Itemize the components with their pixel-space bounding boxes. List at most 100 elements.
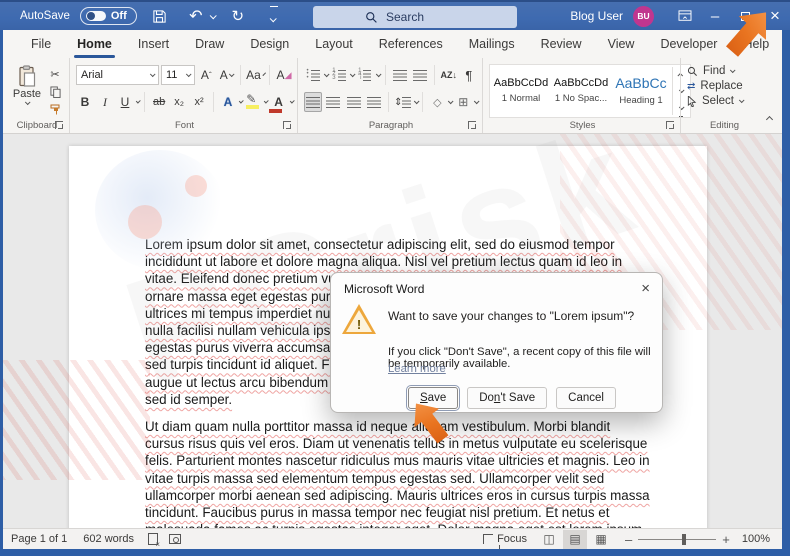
style-heading-1[interactable]: AaBbCc Heading 1 xyxy=(612,67,670,113)
autosave-toggle[interactable]: Off xyxy=(79,7,137,25)
paste-dropdown-icon[interactable] xyxy=(24,99,31,106)
zoom-in-icon[interactable]: + xyxy=(722,532,730,547)
focus-mode-button[interactable]: Focus xyxy=(475,533,535,551)
increase-indent-icon[interactable] xyxy=(411,65,429,85)
borders-icon[interactable]: ⊞ xyxy=(454,92,472,112)
shading-icon[interactable]: ◇ xyxy=(428,92,446,112)
line-spacing-dropdown-icon[interactable] xyxy=(413,98,420,105)
numbered-list-dropdown-icon[interactable] xyxy=(349,71,356,78)
minimize-button[interactable]: – xyxy=(700,2,730,30)
proofing-errors-icon[interactable] xyxy=(142,530,164,549)
format-painter-icon[interactable] xyxy=(45,102,65,118)
save-button[interactable]: Save xyxy=(405,385,461,411)
style-no-spacing[interactable]: AaBbCcDd 1 No Spac... xyxy=(552,67,610,113)
show-formatting-marks-icon[interactable]: ¶ xyxy=(460,65,478,85)
replace-button[interactable]: ⇄ Replace xyxy=(687,80,743,92)
highlight-color-icon[interactable] xyxy=(244,92,262,112)
cut-icon[interactable]: ✂ xyxy=(45,66,65,82)
underline-icon[interactable]: U xyxy=(116,92,134,112)
align-right-icon[interactable] xyxy=(344,92,362,112)
superscript-icon[interactable]: x² xyxy=(190,92,208,112)
zoom-level[interactable]: 100% xyxy=(742,533,770,545)
font-family-select[interactable]: Arial xyxy=(76,65,159,85)
web-layout-icon[interactable]: ▦ xyxy=(589,530,613,549)
tab-draw[interactable]: Draw xyxy=(182,31,237,58)
tab-layout[interactable]: Layout xyxy=(302,31,366,58)
paragraph-dialog-launcher-icon[interactable] xyxy=(468,121,476,129)
save-icon[interactable] xyxy=(147,5,173,27)
redo-icon[interactable]: ↻ xyxy=(225,5,251,27)
decrease-indent-icon[interactable] xyxy=(390,65,408,85)
change-case-icon[interactable]: Aa xyxy=(246,65,267,85)
bullet-list-icon[interactable]: • • • xyxy=(304,65,322,85)
search-input[interactable] xyxy=(386,10,506,24)
select-button[interactable]: Select xyxy=(687,95,745,107)
learn-more-link[interactable]: Learn more xyxy=(388,363,446,375)
dialog-close-icon[interactable]: × xyxy=(641,281,650,296)
styles-dialog-launcher-icon[interactable] xyxy=(666,121,674,129)
undo-dropdown-icon[interactable] xyxy=(209,11,217,19)
style-normal[interactable]: AaBbCcDd 1 Normal xyxy=(492,67,550,113)
search-box[interactable] xyxy=(313,6,517,28)
zoom-slider-thumb[interactable] xyxy=(682,533,687,545)
tab-developer[interactable]: Developer xyxy=(647,31,730,58)
paragraph[interactable]: Ut diam quam nulla porttitor massa id ne… xyxy=(145,418,651,528)
italic-icon[interactable]: I xyxy=(96,92,114,112)
zoom-slider[interactable] xyxy=(638,533,717,545)
editing-group: Find ⇄ Replace Select Editing xyxy=(680,58,766,133)
user-name[interactable]: Blog User xyxy=(570,9,623,23)
clear-formatting-icon[interactable]: A ◢ xyxy=(275,65,293,85)
highlight-dropdown-icon[interactable] xyxy=(264,98,270,104)
find-button[interactable]: Find xyxy=(687,65,743,77)
clipboard-dialog-launcher-icon[interactable] xyxy=(55,121,63,129)
subscript-icon[interactable]: x₂ xyxy=(170,92,188,112)
justify-icon[interactable] xyxy=(365,92,383,112)
read-mode-icon[interactable]: ◫ xyxy=(537,530,561,549)
undo-button[interactable]: ↶ xyxy=(183,5,217,27)
underline-dropdown-icon[interactable] xyxy=(135,98,141,104)
multilevel-list-dropdown-icon[interactable] xyxy=(375,71,382,78)
font-color-dropdown-icon[interactable] xyxy=(289,98,295,104)
text-effects-icon[interactable]: A xyxy=(219,92,237,112)
tab-review[interactable]: Review xyxy=(528,31,595,58)
tab-insert[interactable]: Insert xyxy=(125,31,182,58)
shrink-font-icon[interactable]: A xyxy=(217,65,235,85)
tab-file[interactable]: File xyxy=(18,31,64,58)
text-effects-dropdown-icon[interactable] xyxy=(238,98,244,104)
customize-quick-access-icon[interactable] xyxy=(261,5,287,27)
tab-view[interactable]: View xyxy=(595,31,648,58)
copy-icon[interactable] xyxy=(45,84,65,100)
line-spacing-icon[interactable]: ⇕ xyxy=(394,92,412,112)
borders-dropdown-icon[interactable] xyxy=(474,98,480,105)
bullet-list-dropdown-icon[interactable] xyxy=(323,71,330,78)
font-dialog-launcher-icon[interactable] xyxy=(283,121,291,129)
word-count[interactable]: 602 words xyxy=(75,533,142,545)
numbered-list-icon[interactable]: 1 2 3 xyxy=(330,65,348,85)
shading-dropdown-icon[interactable] xyxy=(448,98,454,105)
title-bar: AutoSave Off ↶ ↻ Lore... Blog xyxy=(0,0,790,30)
collapse-ribbon-icon[interactable] xyxy=(765,109,774,127)
cancel-button[interactable]: Cancel xyxy=(556,387,616,409)
tab-design[interactable]: Design xyxy=(237,31,302,58)
accessibility-checker-icon[interactable] xyxy=(164,530,186,549)
clipboard-group: Paste ✂ Clipboard xyxy=(3,58,69,133)
bold-icon[interactable]: B xyxy=(76,92,94,112)
multilevel-list-icon[interactable]: 1 a i xyxy=(356,65,374,85)
ribbon-display-options-icon[interactable] xyxy=(670,3,700,29)
tab-references[interactable]: References xyxy=(366,31,456,58)
zoom-out-icon[interactable]: – xyxy=(625,532,632,547)
dont-save-button[interactable]: Don't Save xyxy=(467,387,548,409)
font-color-icon[interactable]: A xyxy=(268,92,288,113)
tab-mailings[interactable]: Mailings xyxy=(456,31,528,58)
align-center-icon[interactable] xyxy=(324,92,342,112)
print-layout-icon[interactable]: ▤ xyxy=(563,529,588,549)
tab-home[interactable]: Home xyxy=(64,31,125,58)
font-size-select[interactable]: 11 xyxy=(160,65,196,85)
strikethrough-icon[interactable]: ab xyxy=(150,92,168,112)
sort-icon[interactable]: AZ ↓ xyxy=(440,65,458,85)
page-indicator[interactable]: Page 1 of 1 xyxy=(3,533,75,545)
grow-font-icon[interactable]: Aˆ xyxy=(197,65,215,85)
paste-button[interactable]: Paste xyxy=(9,63,45,118)
align-left-icon[interactable] xyxy=(304,92,323,112)
avatar[interactable]: BU xyxy=(633,5,654,27)
